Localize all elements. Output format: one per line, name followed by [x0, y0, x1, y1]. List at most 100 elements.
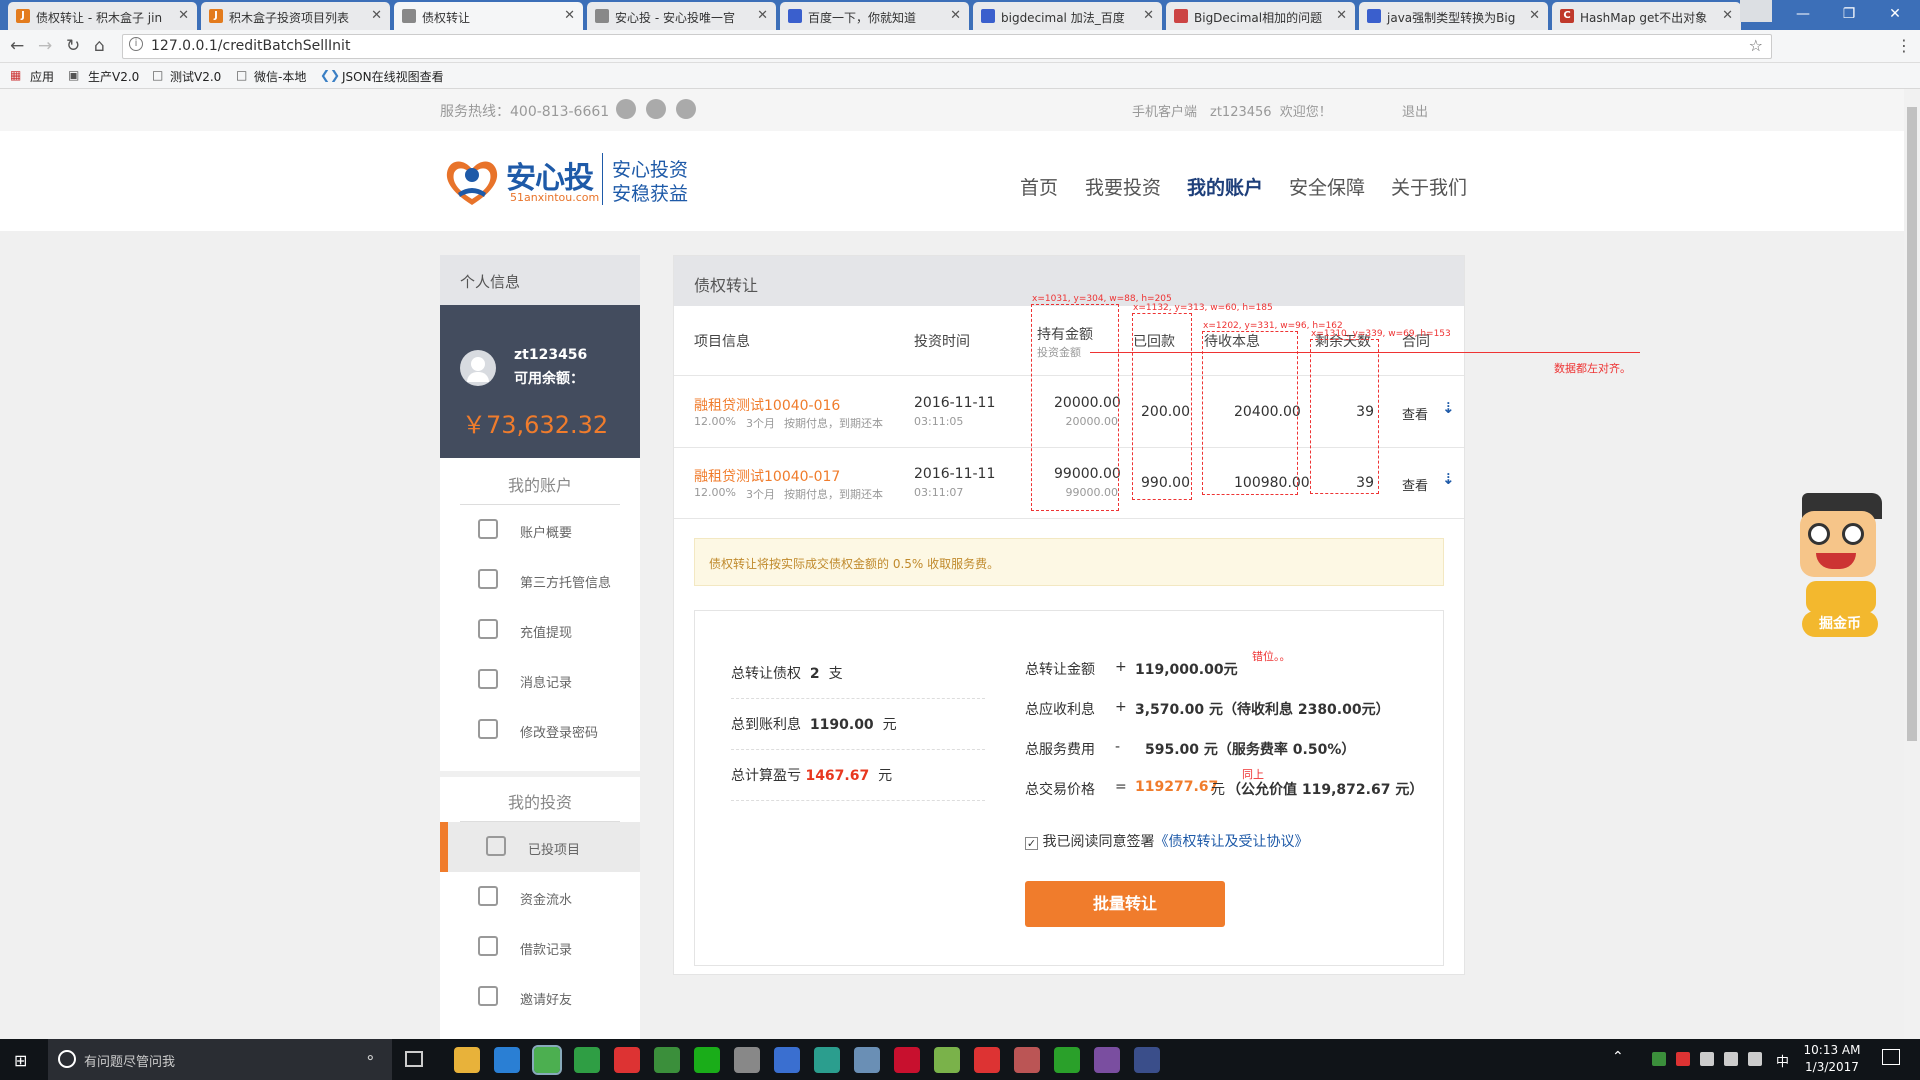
- clock-time[interactable]: 10:13 AM: [1802, 1043, 1862, 1057]
- sidebar-item[interactable]: 消息记录: [440, 655, 640, 705]
- url-input[interactable]: i 127.0.0.1/creditBatchSellInit ☆: [122, 34, 1772, 59]
- browser-tab[interactable]: java强制类型转换为Big ✕: [1359, 2, 1548, 30]
- browser-tab[interactable]: 百度一下，你就知道 ✕: [780, 2, 969, 30]
- tab-close-icon[interactable]: ✕: [1529, 8, 1540, 23]
- taskbar-app-icon[interactable]: [974, 1047, 1000, 1073]
- mobile-client-link[interactable]: 手机客户端: [1132, 101, 1197, 120]
- browser-tab[interactable]: 安心投 - 安心投唯一官 ✕: [587, 2, 776, 30]
- tray-icon[interactable]: [1700, 1052, 1714, 1066]
- bookmark-star-icon[interactable]: ☆: [1749, 36, 1763, 55]
- windows-start-icon[interactable]: ⊞: [14, 1051, 27, 1070]
- taskbar-app-icon[interactable]: [532, 1045, 562, 1075]
- taskbar-app-icon[interactable]: [454, 1047, 480, 1073]
- tab-close-icon[interactable]: ✕: [950, 8, 961, 23]
- agreement-link[interactable]: 《债权转让及受让协议》: [1154, 834, 1308, 850]
- tray-icon[interactable]: [1652, 1052, 1666, 1066]
- browser-tab[interactable]: J 积木盒子投资项目列表 ✕: [201, 2, 390, 30]
- view-contract-link[interactable]: 查看: [1402, 475, 1428, 494]
- batch-transfer-button[interactable]: 批量转让: [1025, 881, 1225, 927]
- sidebar-item[interactable]: 充值提现: [440, 605, 640, 655]
- qq-icon[interactable]: [646, 99, 666, 119]
- tab-close-icon[interactable]: ✕: [371, 8, 382, 23]
- nav-security[interactable]: 安全保障: [1289, 173, 1365, 200]
- taskbar-app-icon[interactable]: [614, 1047, 640, 1073]
- reload-icon[interactable]: ↻: [66, 36, 80, 56]
- taskbar-app-icon[interactable]: [1054, 1047, 1080, 1073]
- invest-time: 03:11:05: [914, 415, 964, 428]
- sidebar-item[interactable]: 邀请好友: [440, 972, 640, 1022]
- tab-close-icon[interactable]: ✕: [1143, 8, 1154, 23]
- taskbar-app-icon[interactable]: [934, 1047, 960, 1073]
- download-icon[interactable]: ⇣: [1442, 399, 1455, 417]
- agree-checkbox[interactable]: ✓: [1025, 837, 1038, 850]
- maximize-button[interactable]: ❐: [1826, 0, 1872, 30]
- sidebar-item[interactable]: 账户概要: [440, 505, 640, 555]
- bookmark-prod[interactable]: 生产V2.0: [88, 68, 139, 85]
- back-icon[interactable]: ←: [10, 36, 24, 56]
- mascot-widget[interactable]: 掘金币: [1796, 493, 1882, 639]
- sidebar-item[interactable]: 修改登录密码: [440, 705, 640, 755]
- browser-tab[interactable]: C HashMap get不出对象 ✕: [1552, 2, 1741, 30]
- logo-icon[interactable]: [440, 153, 504, 211]
- minimize-button[interactable]: —: [1780, 0, 1826, 30]
- apps-icon[interactable]: ▦: [10, 68, 21, 82]
- tab-close-icon[interactable]: ✕: [757, 8, 768, 23]
- notifications-icon[interactable]: [1882, 1049, 1900, 1065]
- nav-invest[interactable]: 我要投资: [1085, 173, 1161, 200]
- tab-close-icon[interactable]: ✕: [1722, 8, 1733, 23]
- tray-icon[interactable]: [1748, 1052, 1762, 1066]
- bookmark-json[interactable]: JSON在线视图查看: [342, 68, 444, 85]
- browser-tab[interactable]: BigDecimal相加的问题 ✕: [1166, 2, 1355, 30]
- tab-close-icon[interactable]: ✕: [178, 8, 189, 23]
- browser-tab[interactable]: 债权转让 ✕: [394, 2, 583, 30]
- taskbar-app-icon[interactable]: [654, 1047, 680, 1073]
- tray-up-icon[interactable]: ⌃: [1612, 1049, 1624, 1065]
- project-name-link[interactable]: 融租贷测试10040-016: [694, 395, 840, 415]
- taskbar-app-icon[interactable]: [734, 1047, 760, 1073]
- nav-my-account[interactable]: 我的账户: [1187, 173, 1263, 200]
- close-window-button[interactable]: ✕: [1872, 0, 1918, 30]
- sidebar-item[interactable]: 资金流水: [440, 872, 640, 922]
- bookmark-apps[interactable]: 应用: [30, 68, 54, 85]
- weibo-icon[interactable]: [616, 99, 636, 119]
- microphone-icon[interactable]: ⚬: [364, 1049, 377, 1067]
- taskbar-app-icon[interactable]: [494, 1047, 520, 1073]
- sidebar-item[interactable]: 借款记录: [440, 922, 640, 972]
- scroll-thumb[interactable]: [1907, 107, 1917, 741]
- nav-about[interactable]: 关于我们: [1391, 173, 1467, 200]
- bookmark-test[interactable]: 测试V2.0: [170, 68, 221, 85]
- taskbar-app-icon[interactable]: [694, 1047, 720, 1073]
- browser-tab[interactable]: bigdecimal 加法_百度 ✕: [973, 2, 1162, 30]
- ime-indicator[interactable]: 中: [1776, 1051, 1789, 1070]
- sidebar-item[interactable]: 已投项目: [440, 822, 640, 872]
- profile-button[interactable]: [1740, 0, 1772, 22]
- project-name-link[interactable]: 融租贷测试10040-017: [694, 466, 840, 486]
- wechat-icon[interactable]: [676, 99, 696, 119]
- sidebar-item[interactable]: 第三方托管信息: [440, 555, 640, 605]
- taskbar-app-icon[interactable]: [1014, 1047, 1040, 1073]
- taskbar-app-icon[interactable]: [894, 1047, 920, 1073]
- bookmark-wechat[interactable]: 微信-本地: [254, 68, 306, 85]
- download-icon[interactable]: ⇣: [1442, 470, 1455, 488]
- forward-icon[interactable]: →: [38, 36, 52, 56]
- home-icon[interactable]: ⌂: [94, 36, 105, 56]
- taskbar-app-icon[interactable]: [574, 1047, 600, 1073]
- nav-home[interactable]: 首页: [1020, 173, 1058, 200]
- tray-icon[interactable]: [1724, 1052, 1738, 1066]
- page-scrollbar[interactable]: [1904, 89, 1920, 1039]
- tray-icon[interactable]: [1676, 1052, 1690, 1066]
- browser-tab[interactable]: J 债权转让 - 积木盒子 jin ✕: [8, 2, 197, 30]
- view-contract-link[interactable]: 查看: [1402, 404, 1428, 423]
- cortana-search[interactable]: 有问题尽管问我 ⚬: [48, 1039, 392, 1080]
- taskbar-app-icon[interactable]: [854, 1047, 880, 1073]
- task-view-icon[interactable]: [405, 1051, 423, 1067]
- taskbar-app-icon[interactable]: [774, 1047, 800, 1073]
- taskbar-app-icon[interactable]: [1094, 1047, 1120, 1073]
- menu-icon[interactable]: ⋮: [1896, 36, 1912, 55]
- logout-link[interactable]: 退出: [1402, 101, 1428, 120]
- clock-date[interactable]: 1/3/2017: [1802, 1060, 1862, 1074]
- tab-close-icon[interactable]: ✕: [564, 8, 575, 23]
- taskbar-app-icon[interactable]: [1134, 1047, 1160, 1073]
- taskbar-app-icon[interactable]: [814, 1047, 840, 1073]
- tab-close-icon[interactable]: ✕: [1336, 8, 1347, 23]
